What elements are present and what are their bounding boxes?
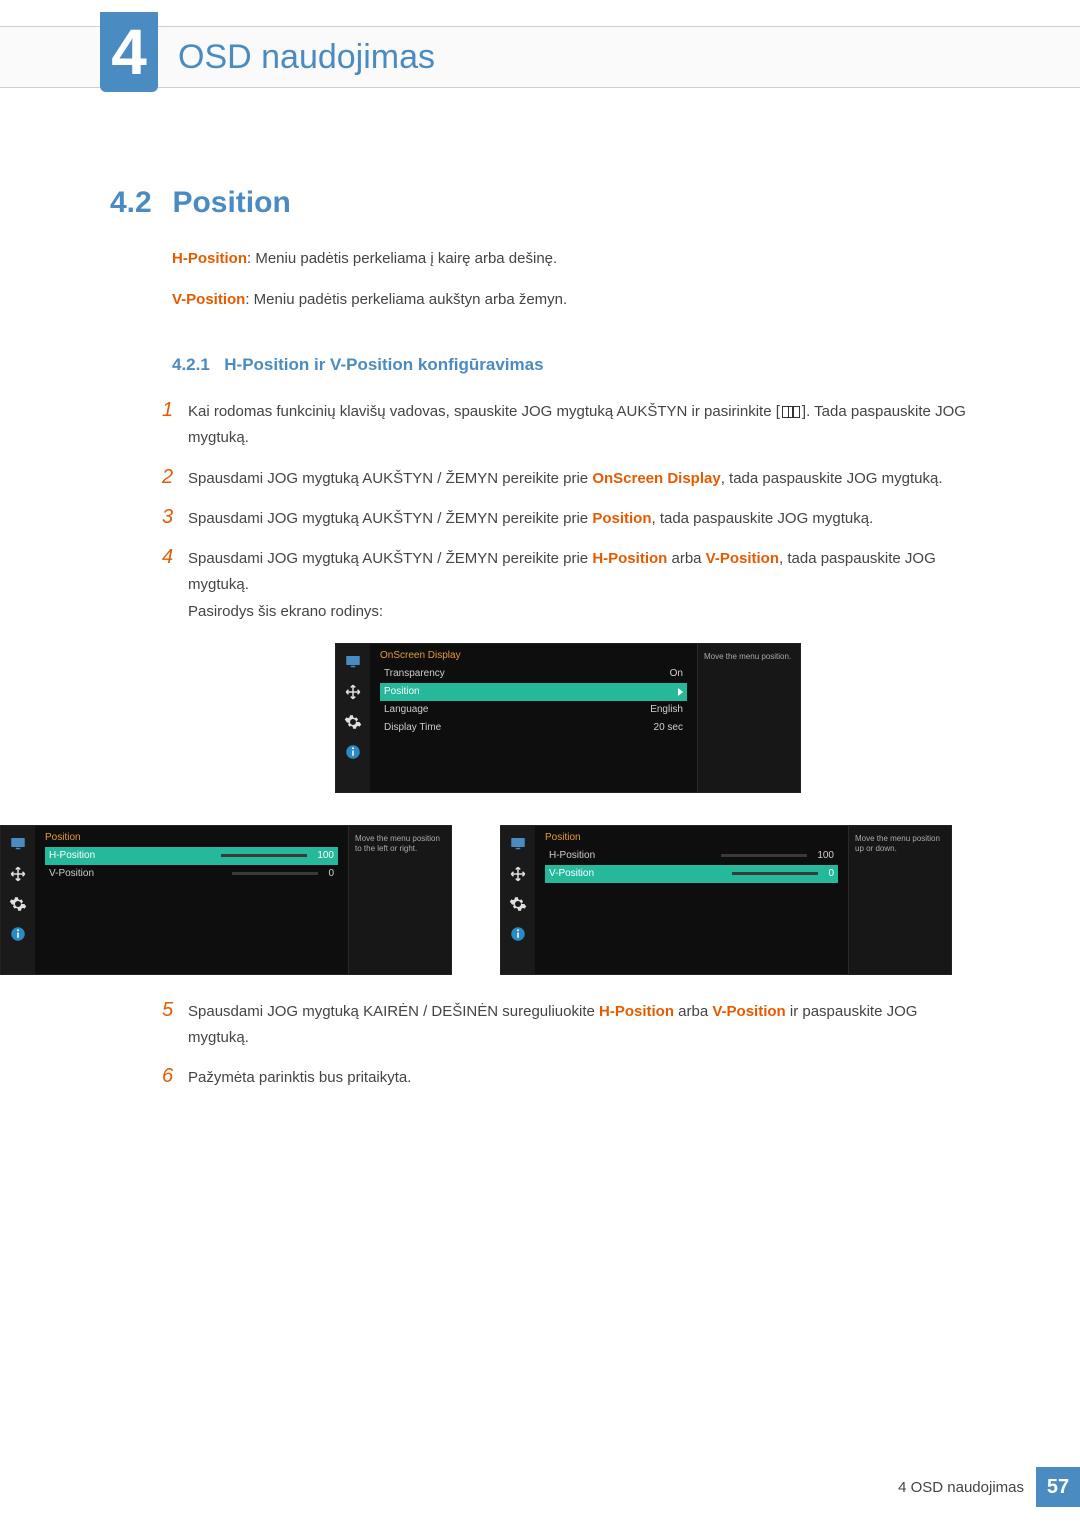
step-number: 2	[162, 466, 188, 492]
osd-row-selected: H-Position100	[45, 847, 338, 865]
gear-icon	[508, 894, 528, 914]
step-body: Spausdami JOG mygtuką AUKŠTYN / ŽEMYN pe…	[188, 466, 942, 492]
page-number: 57	[1036, 1467, 1080, 1507]
h-position-description: H-Position: Meniu padėtis perkeliama į k…	[172, 248, 980, 271]
osd-title: Position	[45, 832, 338, 843]
monitor-icon	[508, 834, 528, 854]
step-number: 6	[162, 1065, 188, 1091]
osd-body: Position H-Position100 V-Position0	[535, 826, 848, 974]
move-icon	[343, 682, 363, 702]
step-3: 3 Spausdami JOG mygtuką AUKŠTYN / ŽEMYN …	[162, 506, 980, 532]
content-area: 4.2 Position H-Position: Meniu padėtis p…	[110, 186, 980, 1106]
osd-screenshot-main: OnScreen Display TransparencyOn Position…	[335, 643, 980, 793]
step-body: Kai rodomas funkcinių klavišų vadovas, s…	[188, 399, 980, 452]
section-number: 4.2	[110, 186, 168, 220]
page-footer: 4 OSD naudojimas 57	[898, 1467, 1080, 1507]
step-1: 1 Kai rodomas funkcinių klavišų vadovas,…	[162, 399, 980, 452]
osd-row: TransparencyOn	[380, 665, 687, 683]
slider	[221, 854, 307, 857]
move-icon	[8, 864, 28, 884]
osd-row: Display Time20 sec	[380, 719, 687, 737]
step-number: 1	[162, 399, 188, 452]
section-title: Position	[172, 186, 290, 219]
osd-screenshot-pair: Position H-Position100 V-Position0 Move …	[0, 825, 980, 975]
osd-body: OnScreen Display TransparencyOn Position…	[370, 644, 697, 792]
info-icon	[8, 924, 28, 944]
step-5: 5 Spausdami JOG mygtuką KAIRĖN / DEŠINĖN…	[162, 999, 980, 1052]
osd-row: V-Position0	[45, 865, 338, 883]
info-icon	[508, 924, 528, 944]
osd-help-text: Move the menu position up or down.	[848, 826, 951, 974]
step-number: 4	[162, 546, 188, 625]
subsection-title: H-Position ir V-Position konfigūravimas	[224, 355, 543, 374]
slider	[732, 872, 818, 875]
osd-row: H-Position100	[545, 847, 838, 865]
osd-sidebar	[1, 826, 35, 974]
info-icon	[343, 742, 363, 762]
gear-icon	[343, 712, 363, 732]
osd-v-position: Position H-Position100 V-Position0 Move …	[500, 825, 952, 975]
osd-row: LanguageEnglish	[380, 701, 687, 719]
chapter-title: OSD naudojimas	[178, 38, 435, 77]
steps-list: 1 Kai rodomas funkcinių klavišų vadovas,…	[162, 399, 980, 625]
subsection-heading: 4.2.1 H-Position ir V-Position konfigūra…	[172, 355, 980, 375]
osd-title: Position	[545, 832, 838, 843]
osd-h-position: Position H-Position100 V-Position0 Move …	[0, 825, 452, 975]
step-6: 6 Pažymėta parinktis bus pritaikyta.	[162, 1065, 980, 1091]
monitor-icon	[343, 652, 363, 672]
osd-help-text: Move the menu position.	[697, 644, 800, 792]
v-position-description: V-Position: Meniu padėtis perkeliama auk…	[172, 289, 980, 312]
slider	[232, 872, 318, 875]
osd-body: Position H-Position100 V-Position0	[35, 826, 348, 974]
step-number: 3	[162, 506, 188, 532]
menu-icon	[782, 406, 800, 418]
osd-sidebar	[336, 644, 370, 792]
steps-list-continued: 5 Spausdami JOG mygtuką KAIRĖN / DEŠINĖN…	[162, 999, 980, 1092]
step-body: Spausdami JOG mygtuką AUKŠTYN / ŽEMYN pe…	[188, 546, 980, 625]
gear-icon	[8, 894, 28, 914]
move-icon	[508, 864, 528, 884]
step-body: Pažymėta parinktis bus pritaikyta.	[188, 1065, 411, 1091]
chapter-number-badge: 4	[100, 12, 158, 92]
osd-sidebar	[501, 826, 535, 974]
v-position-label: V-Position	[172, 291, 245, 308]
subsection-number: 4.2.1	[172, 355, 210, 375]
step-number: 5	[162, 999, 188, 1052]
osd-title: OnScreen Display	[380, 650, 687, 661]
osd-row-selected: V-Position0	[545, 865, 838, 883]
step-4: 4 Spausdami JOG mygtuką AUKŠTYN / ŽEMYN …	[162, 546, 980, 625]
slider	[721, 854, 807, 857]
osd-help-text: Move the menu position to the left or ri…	[348, 826, 451, 974]
osd-row-selected: Position	[380, 683, 687, 701]
section-heading: 4.2 Position	[110, 186, 980, 220]
step-body: Spausdami JOG mygtuką KAIRĖN / DEŠINĖN s…	[188, 999, 980, 1052]
header-band	[0, 26, 1080, 88]
h-position-label: H-Position	[172, 250, 247, 267]
step-2: 2 Spausdami JOG mygtuką AUKŠTYN / ŽEMYN …	[162, 466, 980, 492]
chevron-right-icon	[678, 688, 683, 696]
footer-chapter-label: 4 OSD naudojimas	[898, 1479, 1024, 1496]
monitor-icon	[8, 834, 28, 854]
step-body: Spausdami JOG mygtuką AUKŠTYN / ŽEMYN pe…	[188, 506, 873, 532]
